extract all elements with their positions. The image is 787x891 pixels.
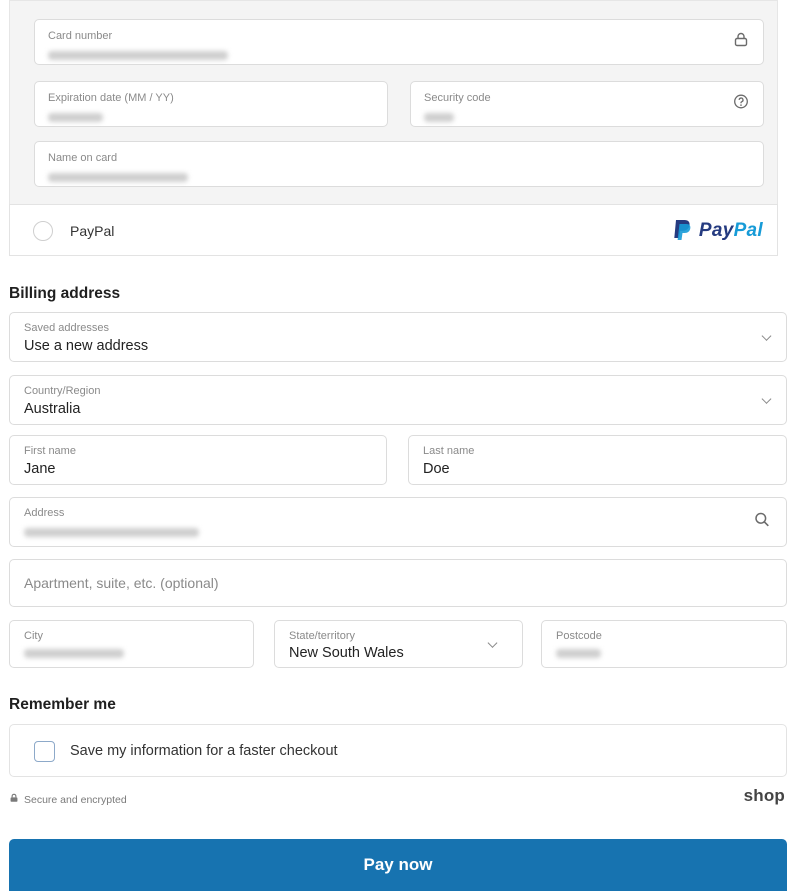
state-territory-value: New South Wales	[289, 645, 404, 661]
paypal-mark-icon	[672, 219, 692, 243]
name-on-card-label: Name on card	[48, 152, 118, 164]
state-territory-label: State/territory	[289, 630, 356, 642]
card-number-field[interactable]: Card number	[34, 19, 764, 65]
lock-icon	[9, 793, 19, 806]
city-label: City	[24, 630, 43, 642]
city-masked-value	[24, 649, 124, 658]
help-circle-icon[interactable]	[733, 94, 749, 115]
postcode-masked-value	[556, 649, 601, 658]
apartment-placeholder: Apartment, suite, etc. (optional)	[24, 575, 219, 591]
country-region-select[interactable]: Country/Region Australia	[9, 375, 787, 425]
saved-addresses-label: Saved addresses	[24, 322, 109, 334]
paypal-radio[interactable]	[33, 221, 53, 241]
country-region-value: Australia	[24, 401, 81, 417]
search-icon[interactable]	[754, 512, 770, 533]
remember-me-heading: Remember me	[9, 696, 116, 713]
name-on-card-field[interactable]: Name on card	[34, 141, 764, 187]
address-masked-value	[24, 528, 199, 537]
shop-logo: shop	[743, 786, 785, 805]
save-information-option[interactable]: Save my information for a faster checkou…	[9, 724, 787, 777]
apartment-field[interactable]: Apartment, suite, etc. (optional)	[9, 559, 787, 607]
first-name-label: First name	[24, 445, 76, 457]
save-information-label: Save my information for a faster checkou…	[70, 743, 338, 759]
expiration-date-label: Expiration date (MM / YY)	[48, 92, 174, 104]
last-name-label: Last name	[423, 445, 475, 457]
address-label: Address	[24, 507, 65, 519]
country-region-label: Country/Region	[24, 385, 101, 397]
chevron-down-icon	[761, 331, 772, 341]
card-number-label: Card number	[48, 30, 113, 42]
address-field[interactable]: Address	[9, 497, 787, 547]
saved-addresses-value: Use a new address	[24, 338, 149, 354]
first-name-field[interactable]: First name Jane	[9, 435, 387, 485]
security-code-label: Security code	[424, 92, 491, 104]
last-name-field[interactable]: Last name Doe	[408, 435, 787, 485]
city-field[interactable]: City	[9, 620, 254, 668]
paypal-logo-pay: Pay	[698, 220, 734, 241]
secure-notice: Secure and encrypted	[9, 793, 127, 806]
save-information-checkbox[interactable]	[34, 741, 55, 762]
postcode-label: Postcode	[556, 630, 602, 642]
postcode-field[interactable]: Postcode	[541, 620, 787, 668]
state-territory-select[interactable]: State/territory New South Wales	[274, 620, 523, 668]
card-details-panel: Card number Expiration date (MM / YY) Se…	[9, 0, 778, 204]
first-name-value: Jane	[24, 461, 56, 477]
pay-now-button[interactable]: Pay now	[9, 839, 787, 891]
saved-addresses-select[interactable]: Saved addresses Use a new address	[9, 312, 787, 362]
secure-text: Secure and encrypted	[24, 793, 127, 806]
name-on-card-masked-value	[48, 173, 188, 182]
security-code-field[interactable]: Security code	[410, 81, 764, 127]
chevron-down-icon	[761, 394, 772, 404]
last-name-value: Doe	[423, 461, 450, 477]
expiration-date-field[interactable]: Expiration date (MM / YY)	[34, 81, 388, 127]
paypal-logo-pal: Pal	[733, 220, 763, 241]
lock-icon	[733, 32, 749, 53]
paypal-option-label: PayPal	[70, 223, 115, 239]
paypal-payment-option[interactable]: PayPal PayPal	[9, 204, 778, 256]
chevron-down-icon	[487, 638, 498, 648]
expiration-date-masked-value	[48, 113, 103, 122]
billing-address-heading: Billing address	[9, 285, 121, 302]
card-number-masked-value	[48, 51, 228, 60]
paypal-logo: PayPal	[672, 217, 763, 245]
security-code-masked-value	[424, 113, 454, 122]
